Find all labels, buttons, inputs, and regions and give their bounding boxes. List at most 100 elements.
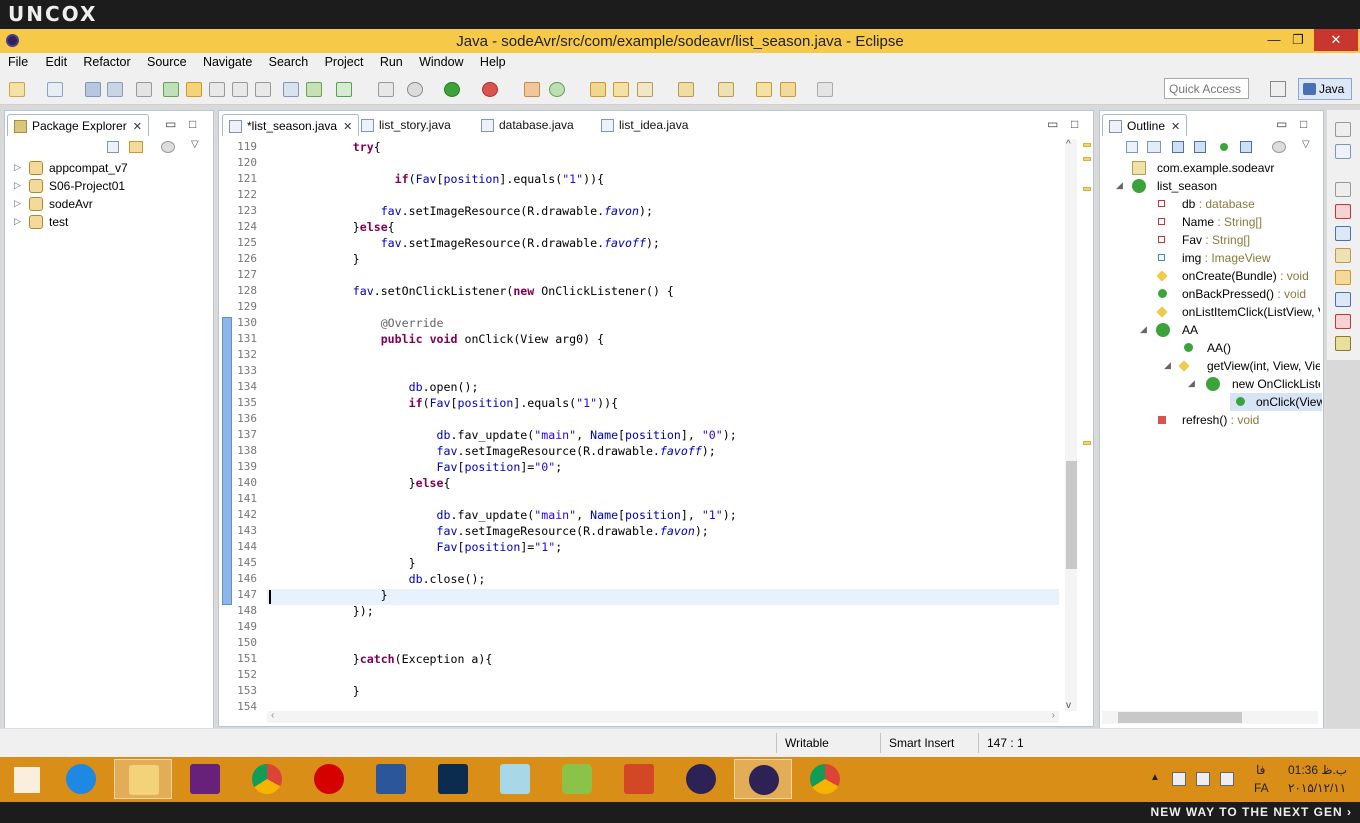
tab-package-explorer[interactable]: Package Explorer ✕ — [7, 114, 149, 136]
new-icon[interactable] — [9, 82, 25, 97]
vertical-scroll-thumb[interactable] — [1066, 461, 1077, 569]
menu-run[interactable]: Run — [380, 53, 403, 69]
menu-search[interactable]: Search — [269, 53, 309, 69]
scroll-down-icon[interactable]: v — [1066, 700, 1071, 711]
console-icon[interactable] — [1335, 292, 1351, 307]
collapse-all-icon[interactable] — [107, 141, 119, 153]
filter-icon[interactable] — [1272, 141, 1286, 153]
link-with-editor-icon[interactable] — [129, 141, 143, 153]
outline-inner-class[interactable]: ◢ AA — [1100, 321, 1320, 339]
outline-member[interactable]: ◢ new OnClickListe — [1100, 375, 1320, 393]
collapse-icon[interactable]: ◢ — [1164, 360, 1171, 371]
restore-icon[interactable] — [1335, 182, 1351, 197]
outline-member[interactable]: onCreate(Bundle) : void — [1100, 267, 1320, 285]
code-line[interactable]: } — [269, 683, 360, 699]
overview-warning-marker[interactable] — [1083, 441, 1091, 445]
menu-window[interactable]: Window — [419, 53, 463, 69]
action-center-icon[interactable] — [1172, 772, 1186, 786]
taskbar-notepad[interactable] — [486, 759, 544, 799]
taskbar-chrome[interactable] — [238, 759, 296, 799]
tab-list-season[interactable]: *list_season.java ✕ — [222, 114, 360, 136]
pin-icon[interactable] — [678, 82, 694, 97]
collapse-icon[interactable]: ◢ — [1116, 180, 1123, 191]
next-annotation-icon[interactable] — [163, 82, 179, 97]
menu-file[interactable]: File — [8, 53, 28, 69]
outline-member[interactable]: onListItemClick(ListView, V — [1100, 303, 1320, 321]
menu-help[interactable]: Help — [480, 53, 506, 69]
run-icon[interactable] — [444, 82, 460, 97]
code-line[interactable]: db.fav_update("main", Name[position], "0… — [269, 427, 737, 443]
expand-icon[interactable]: ▷ — [14, 162, 21, 173]
code-line[interactable]: } — [269, 555, 416, 571]
volume-icon[interactable] — [1220, 772, 1234, 786]
pen-icon[interactable] — [637, 82, 653, 97]
new-java-project-icon[interactable] — [524, 82, 540, 97]
tree-item[interactable]: ▷ S06-Project01 — [5, 177, 205, 195]
code-line[interactable]: if(Fav[position].equals("1")){ — [269, 171, 604, 187]
taskbar-explorer[interactable] — [114, 759, 172, 799]
clock-date[interactable]: ۲۰۱۵/۱۲/۱۱ — [1288, 781, 1346, 795]
code-line[interactable]: }catch(Exception a){ — [269, 651, 493, 667]
hide-fields-icon[interactable] — [1172, 141, 1184, 153]
open-type-icon[interactable] — [590, 82, 606, 97]
outline-member[interactable]: db : database — [1100, 195, 1320, 213]
scroll-up-icon[interactable]: ^ — [1066, 139, 1071, 150]
expand-icon[interactable]: ▷ — [14, 198, 21, 209]
maximize-icon[interactable]: □ — [1071, 117, 1078, 131]
show-hidden-icons-icon[interactable]: ▲ — [1150, 772, 1160, 783]
new-package-icon[interactable] — [47, 82, 63, 97]
declaration-icon[interactable] — [1335, 248, 1351, 263]
open-folder-icon[interactable] — [613, 82, 629, 97]
code-line[interactable]: fav.setOnClickListener(new OnClickListen… — [269, 283, 674, 299]
taskbar-opera[interactable] — [300, 759, 358, 799]
code-line[interactable]: fav.setImageResource(R.drawable.favoff); — [269, 443, 716, 459]
maximize-icon[interactable]: □ — [189, 117, 196, 131]
toggle-block-icon[interactable] — [209, 82, 225, 97]
overview-warning-marker[interactable] — [1083, 143, 1091, 147]
sort-icon[interactable] — [1147, 141, 1161, 153]
open-perspective-icon[interactable] — [1270, 81, 1286, 97]
taskbar-eclipse[interactable] — [672, 759, 730, 799]
taskbar-ie[interactable] — [52, 759, 110, 799]
minimize-icon[interactable]: ▭ — [165, 117, 176, 131]
close-icon[interactable]: ✕ — [133, 121, 142, 133]
avd-manager-icon[interactable] — [306, 82, 322, 97]
tab-list-story[interactable]: list_story.java — [355, 114, 457, 136]
java-perspective-button[interactable]: Java — [1298, 78, 1352, 100]
javadoc-icon[interactable] — [1335, 226, 1351, 241]
collapse-icon[interactable]: ◢ — [1188, 378, 1195, 389]
download-icon[interactable] — [283, 82, 299, 97]
menu-refactor[interactable]: Refactor — [83, 53, 130, 69]
maximize-button[interactable]: ❐ — [1284, 29, 1312, 51]
tab-outline[interactable]: Outline ✕ — [1102, 114, 1188, 136]
logcat-icon[interactable] — [1335, 336, 1351, 351]
tab-database[interactable]: database.java — [475, 114, 580, 136]
minimize-icon[interactable]: ▭ — [1047, 117, 1058, 131]
close-icon[interactable]: ✕ — [343, 121, 352, 133]
scroll-left-icon[interactable]: ‹ — [271, 710, 274, 721]
code-line[interactable]: } — [269, 587, 388, 603]
code-line[interactable]: if(Fav[position].equals("1")){ — [269, 395, 618, 411]
expand-icon[interactable]: ▷ — [14, 180, 21, 191]
minimize-icon[interactable]: ▭ — [1276, 117, 1287, 131]
next-edit-icon[interactable] — [718, 82, 734, 97]
taskbar-eclipse-active[interactable] — [734, 759, 792, 799]
code-line[interactable]: fav.setImageResource(R.drawable.favon); — [269, 203, 653, 219]
taskbar-word[interactable] — [362, 759, 420, 799]
tree-item[interactable]: ▷ test — [5, 213, 205, 231]
outline-member[interactable]: refresh() : void — [1100, 411, 1320, 429]
horizontal-scroll-thumb[interactable] — [1118, 712, 1242, 723]
code-line[interactable]: db.open(); — [269, 379, 479, 395]
hide-static-icon[interactable] — [1194, 141, 1206, 153]
outline-member[interactable]: onBackPressed() : void — [1100, 285, 1320, 303]
menu-project[interactable]: Project — [325, 53, 364, 69]
code-line[interactable]: }else{ — [269, 475, 451, 491]
outline-member[interactable]: ◢ getView(int, View, Vie — [1100, 357, 1320, 375]
collapse-all-icon[interactable] — [1126, 141, 1138, 153]
tree-item[interactable]: ▷ appcompat_v7 — [5, 159, 205, 177]
clock-time[interactable]: 01:36 ب.ظ — [1288, 763, 1347, 777]
code-line[interactable]: try{ — [269, 139, 381, 155]
view-menu-icon[interactable]: ▽ — [191, 139, 199, 150]
code-line[interactable]: fav.setImageResource(R.drawable.favoff); — [269, 235, 660, 251]
outline-member[interactable]: img : ImageView — [1100, 249, 1320, 267]
